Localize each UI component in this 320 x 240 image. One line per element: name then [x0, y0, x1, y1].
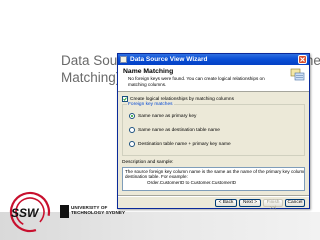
wizard-window-icon — [120, 56, 127, 63]
footer-separator — [118, 195, 309, 197]
option-destination-table-plus-primary-key[interactable]: Destination table name + primary key nam… — [129, 141, 231, 147]
wizard-page-description: No foreign keys were found. You can crea… — [128, 76, 265, 87]
wizard-header-panel: Name Matching No foreign keys were found… — [118, 65, 309, 92]
dialog-title: Data Source View Wizard — [130, 56, 208, 63]
radio-label: Same name as destination table name — [138, 127, 220, 133]
uts-mark-icon — [60, 205, 69, 218]
ssw-logo: SSW — [9, 191, 51, 233]
option-same-name-as-destination-table[interactable]: Same name as destination table name — [129, 127, 220, 133]
radio-destination-table-plus-primary-key[interactable] — [129, 141, 135, 147]
cancel-button[interactable]: Cancel — [285, 199, 305, 207]
description-sample-box[interactable]: The source foreign key column name is th… — [122, 167, 305, 191]
radio-same-name-as-primary-key[interactable] — [129, 113, 135, 119]
foreign-key-matches-group: Foreign key matches Same name as primary… — [122, 102, 305, 156]
close-icon — [300, 57, 305, 62]
dialog-titlebar[interactable]: Data Source View Wizard — [118, 54, 309, 65]
finish-button[interactable]: Finish >>| — [263, 199, 283, 211]
next-button[interactable]: Next > — [239, 199, 261, 207]
check-icon — [123, 97, 127, 101]
create-relationships-label: Create logical relationships by matching… — [130, 96, 234, 102]
radio-same-name-as-destination-table[interactable] — [129, 127, 135, 133]
data-source-view-wizard-dialog: Data Source View Wizard Name Matching No… — [117, 53, 310, 211]
radio-label: Destination table name + primary key nam… — [138, 141, 231, 147]
data-source-view-icon — [290, 68, 305, 81]
svg-text:SSW: SSW — [11, 206, 40, 220]
foreign-key-matches-legend: Foreign key matches — [127, 102, 174, 107]
wizard-page-title: Name Matching — [123, 68, 174, 75]
radio-label: Same name as primary key — [138, 113, 197, 119]
description-example: Order.CustomerID to Customer.CustomerID — [147, 179, 237, 185]
back-button[interactable]: < Back — [215, 199, 237, 207]
description-label: Description and sample: — [122, 160, 174, 165]
option-same-name-as-primary-key[interactable]: Same name as primary key — [129, 113, 196, 119]
close-button[interactable] — [298, 55, 307, 64]
uts-logo: UNIVERSITY OF TECHNOLOGY SYDNEY — [60, 205, 125, 218]
